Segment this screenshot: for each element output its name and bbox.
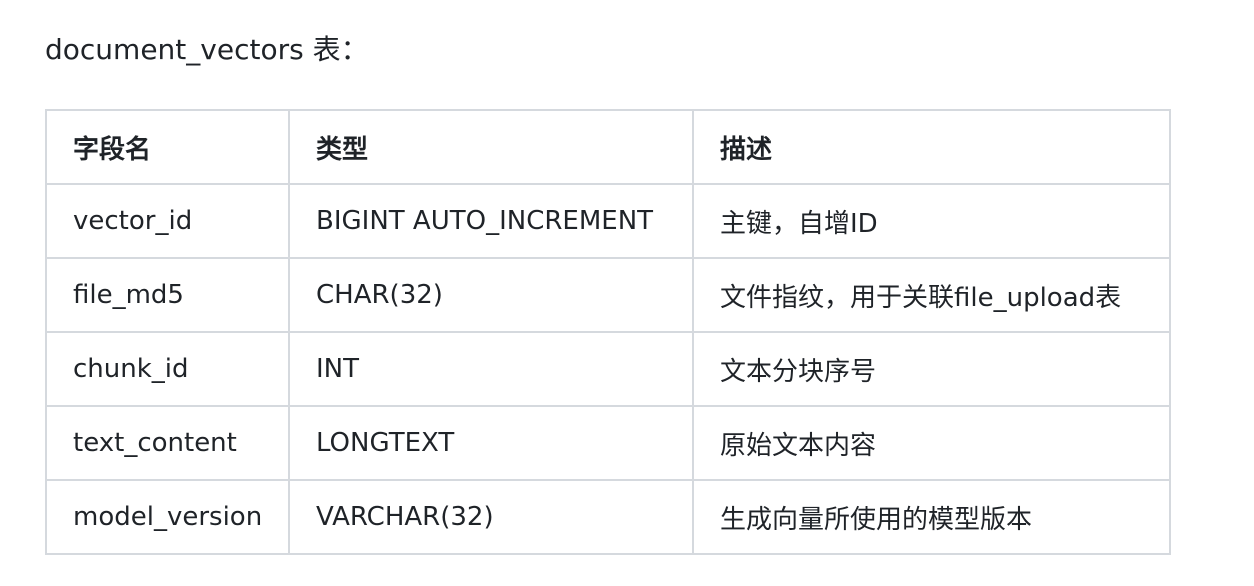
table-row: model_version VARCHAR(32) 生成向量所使用的模型版本 — [45, 479, 1171, 555]
table-row: vector_id BIGINT AUTO_INCREMENT 主键，自增ID — [45, 183, 1171, 259]
section-heading: document_vectors 表： — [45, 33, 369, 66]
cell-type: BIGINT AUTO_INCREMENT — [288, 183, 694, 259]
cell-field-name: text_content — [45, 405, 290, 481]
cell-description: 原始文本内容 — [692, 405, 1171, 481]
table-row: chunk_id INT 文本分块序号 — [45, 331, 1171, 407]
cell-type: VARCHAR(32) — [288, 479, 694, 555]
column-header-type: 类型 — [288, 109, 694, 185]
table-row: text_content LONGTEXT 原始文本内容 — [45, 405, 1171, 481]
cell-description: 文件指纹，用于关联file_upload表 — [692, 257, 1171, 333]
cell-field-name: vector_id — [45, 183, 290, 259]
table-header-row: 字段名 类型 描述 — [45, 109, 1171, 185]
table-row: file_md5 CHAR(32) 文件指纹，用于关联file_upload表 — [45, 257, 1171, 333]
cell-type: LONGTEXT — [288, 405, 694, 481]
cell-description: 文本分块序号 — [692, 331, 1171, 407]
fields-table: 字段名 类型 描述 vector_id BIGINT AUTO_INCREMEN… — [45, 109, 1171, 555]
document-body: document_vectors 表： 字段名 类型 描述 vector_id … — [45, 0, 1171, 555]
cell-field-name: chunk_id — [45, 331, 290, 407]
cell-description: 生成向量所使用的模型版本 — [692, 479, 1171, 555]
cell-description: 主键，自增ID — [692, 183, 1171, 259]
column-header-description: 描述 — [692, 109, 1171, 185]
cell-field-name: file_md5 — [45, 257, 290, 333]
cell-type: INT — [288, 331, 694, 407]
cell-field-name: model_version — [45, 479, 290, 555]
cell-type: CHAR(32) — [288, 257, 694, 333]
column-header-field-name: 字段名 — [45, 109, 290, 185]
